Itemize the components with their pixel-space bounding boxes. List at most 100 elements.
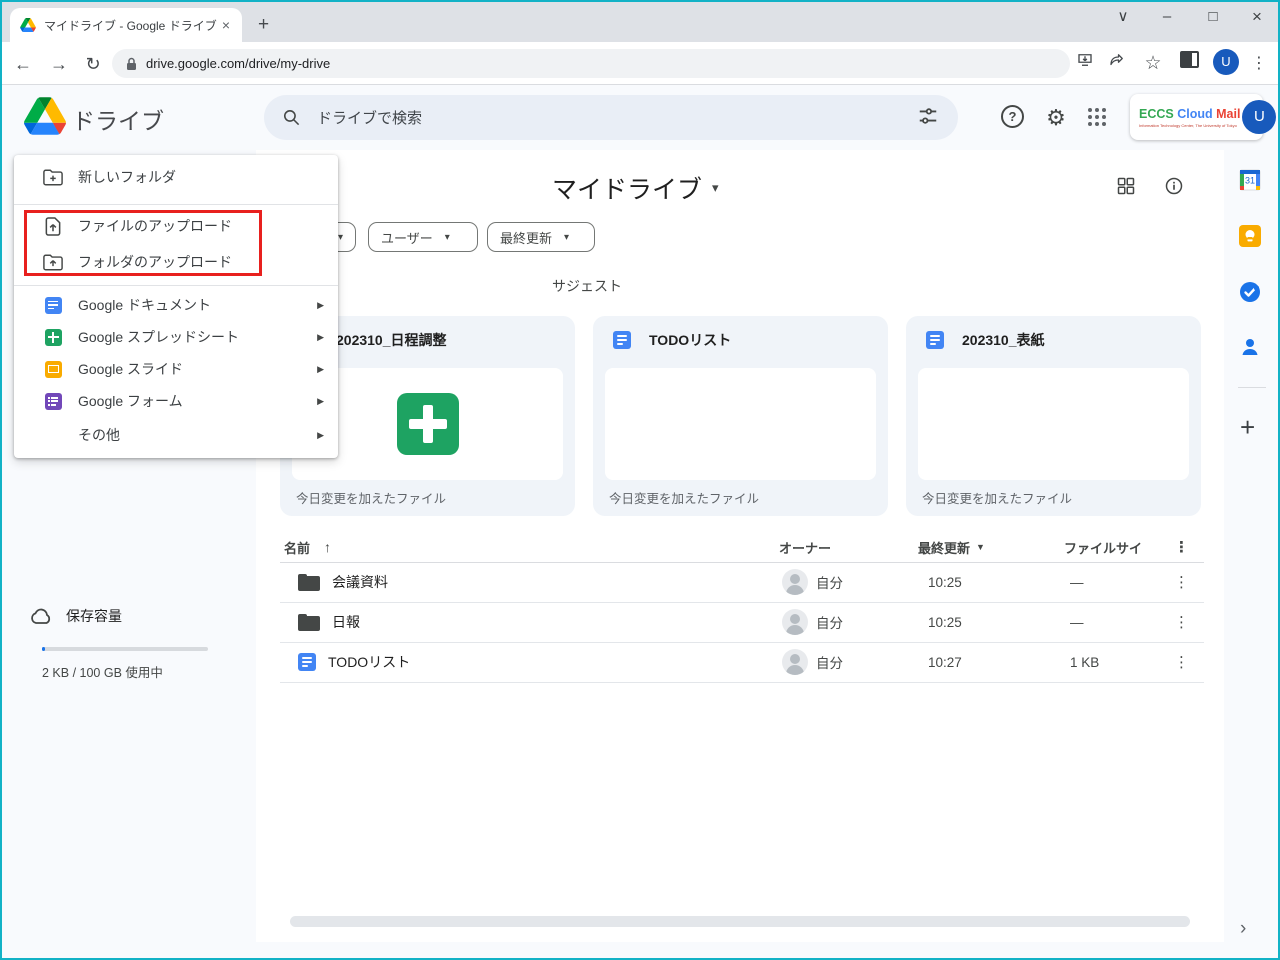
- menu-item-label: Google スプレッドシート: [78, 329, 240, 345]
- storage-usage-text: 2 KB / 100 GB 使用中: [42, 666, 163, 680]
- file-name: TODOリスト: [328, 654, 411, 670]
- title-caret-icon: ▾: [712, 180, 719, 195]
- panel-bottom-gap: [256, 942, 1224, 958]
- page-title-dropdown[interactable]: マイドライブ ▾: [552, 170, 719, 206]
- submenu-arrow-icon: ▶: [317, 429, 324, 440]
- file-name: 会議資料: [332, 574, 388, 590]
- forward-button[interactable]: →: [46, 51, 72, 77]
- file-type-cell: 日報: [298, 602, 360, 642]
- chevron-down-icon: ▾: [564, 231, 570, 243]
- file-type-cell: TODOリスト: [298, 642, 410, 682]
- menu-item-more[interactable]: その他 ▶: [14, 419, 338, 451]
- install-icon[interactable]: [1076, 51, 1102, 77]
- url-text: drive.google.com/drive/my-drive: [146, 56, 331, 71]
- eccs-subtext: Information Technology Center, The Unive…: [1139, 123, 1237, 128]
- reload-button[interactable]: ↻: [80, 51, 106, 77]
- side-panel-icon[interactable]: [1180, 51, 1206, 77]
- info-icon[interactable]: [1164, 176, 1188, 200]
- show-side-panel-chevron-icon[interactable]: ›: [1240, 918, 1246, 940]
- browser-avatar[interactable]: U: [1213, 49, 1239, 75]
- owner-name: 自分: [816, 656, 843, 671]
- row-more-icon[interactable]: ⋮: [1174, 562, 1189, 602]
- filter-chip-people[interactable]: ユーザー ▾: [368, 222, 478, 252]
- window-maximize-button[interactable]: □: [1196, 4, 1230, 30]
- file-row[interactable]: TODOリスト 自分 10:27 1 KB ⋮: [280, 642, 1204, 683]
- menu-item-new-folder[interactable]: 新しいフォルダ: [14, 158, 338, 196]
- sidebar-item-storage[interactable]: 保存容量: [28, 606, 122, 626]
- suggestion-card[interactable]: 202310_表紙 今日変更を加えたファイル: [906, 316, 1201, 516]
- owner-cell: 自分: [782, 642, 843, 682]
- table-header-more-icon[interactable]: ⋮: [1174, 532, 1189, 562]
- menu-divider: [14, 285, 338, 286]
- lock-icon: [126, 57, 137, 71]
- back-button[interactable]: ←: [10, 51, 36, 77]
- file-row[interactable]: 会議資料 自分 10:25 — ⋮: [280, 562, 1204, 603]
- calendar-icon[interactable]: 31: [1238, 168, 1266, 196]
- submenu-arrow-icon: ▶: [317, 363, 324, 374]
- drive-logo[interactable]: [24, 97, 66, 135]
- tasks-icon[interactable]: [1238, 280, 1266, 308]
- tab-close-icon[interactable]: ×: [220, 17, 232, 33]
- menu-item-google-docs[interactable]: Google ドキュメント ▶: [14, 289, 338, 321]
- column-size[interactable]: ファイルサイ: [1064, 532, 1142, 562]
- eccs-account-button[interactable]: ECCS Cloud Mail Information Technology C…: [1130, 94, 1277, 140]
- modified-cell: 10:25: [928, 574, 962, 590]
- share-icon[interactable]: [1108, 51, 1134, 77]
- eccs-logo: ECCS Cloud Mail Information Technology C…: [1139, 106, 1240, 128]
- get-addons-plus-icon[interactable]: +: [1240, 412, 1255, 443]
- menu-item-google-forms[interactable]: Google フォーム ▶: [14, 385, 338, 417]
- contacts-icon[interactable]: [1238, 335, 1266, 363]
- search-icon: [282, 108, 301, 127]
- menu-item-google-slides[interactable]: Google スライド ▶: [14, 353, 338, 385]
- drive-app-name: ドライブ: [72, 108, 164, 134]
- owner-avatar: [782, 569, 808, 595]
- menu-item-label: Google スライド: [78, 361, 184, 377]
- annotation-highlight-box: [24, 210, 262, 276]
- submenu-arrow-icon: ▶: [317, 331, 324, 342]
- modified-cell: 10:27: [928, 654, 962, 670]
- google-apps-grid-icon[interactable]: [1088, 108, 1106, 126]
- window-close-button[interactable]: ×: [1240, 4, 1274, 30]
- column-modified[interactable]: 最終更新 ▼: [918, 532, 985, 562]
- column-owner[interactable]: オーナー: [779, 532, 831, 562]
- row-more-icon[interactable]: ⋮: [1174, 642, 1189, 682]
- sheets-icon: [42, 326, 64, 348]
- owner-cell: 自分: [782, 602, 843, 642]
- owner-name: 自分: [816, 576, 843, 591]
- drive-header: ドライブ ドライブで検索 ? ⚙ ECCS Cloud Mail Informa…: [0, 85, 1280, 150]
- menu-item-label: その他: [78, 427, 120, 443]
- horizontal-scrollbar[interactable]: [290, 916, 1190, 927]
- tab-search-chevron-icon[interactable]: ∨: [1106, 4, 1140, 30]
- chip-label: ユーザー: [381, 230, 433, 246]
- folder-icon: [298, 613, 320, 631]
- grid-view-toggle-icon[interactable]: [1116, 176, 1140, 200]
- owner-cell: 自分: [782, 562, 843, 602]
- column-name[interactable]: 名前 ↑: [284, 532, 331, 562]
- file-name: 日報: [332, 614, 360, 630]
- menu-item-google-sheets[interactable]: Google スプレッドシート ▶: [14, 321, 338, 353]
- file-row[interactable]: 日報 自分 10:25 — ⋮: [280, 602, 1204, 643]
- address-bar[interactable]: drive.google.com/drive/my-drive: [112, 49, 1070, 78]
- row-more-icon[interactable]: ⋮: [1174, 602, 1189, 642]
- modified-cell: 10:25: [928, 614, 962, 630]
- drive-search-input[interactable]: ドライブで検索: [264, 95, 958, 140]
- owner-avatar: [782, 649, 808, 675]
- eccs-word3: Mail: [1216, 107, 1241, 121]
- bookmark-star-icon[interactable]: ☆: [1140, 51, 1166, 77]
- suggestion-card[interactable]: TODOリスト 今日変更を加えたファイル: [593, 316, 888, 516]
- menu-item-label: Google ドキュメント: [78, 297, 212, 313]
- window-minimize-button[interactable]: –: [1150, 4, 1184, 30]
- keep-icon[interactable]: [1238, 224, 1266, 252]
- search-options-tune-icon[interactable]: [917, 105, 943, 131]
- browser-menu-icon[interactable]: ⋮: [1246, 51, 1272, 77]
- slides-icon: [42, 358, 64, 380]
- eccs-word1: ECCS: [1139, 107, 1174, 121]
- submenu-arrow-icon: ▶: [317, 395, 324, 406]
- browser-tab[interactable]: マイドライブ - Google ドライブ ×: [10, 8, 242, 42]
- help-icon[interactable]: ?: [1001, 105, 1024, 128]
- new-tab-button[interactable]: +: [258, 14, 269, 36]
- settings-gear-icon[interactable]: ⚙: [1043, 105, 1069, 131]
- sort-ascending-icon: ↑: [324, 539, 332, 555]
- filter-chip-modified[interactable]: 最終更新 ▾: [487, 222, 595, 252]
- account-avatar[interactable]: U: [1242, 100, 1277, 134]
